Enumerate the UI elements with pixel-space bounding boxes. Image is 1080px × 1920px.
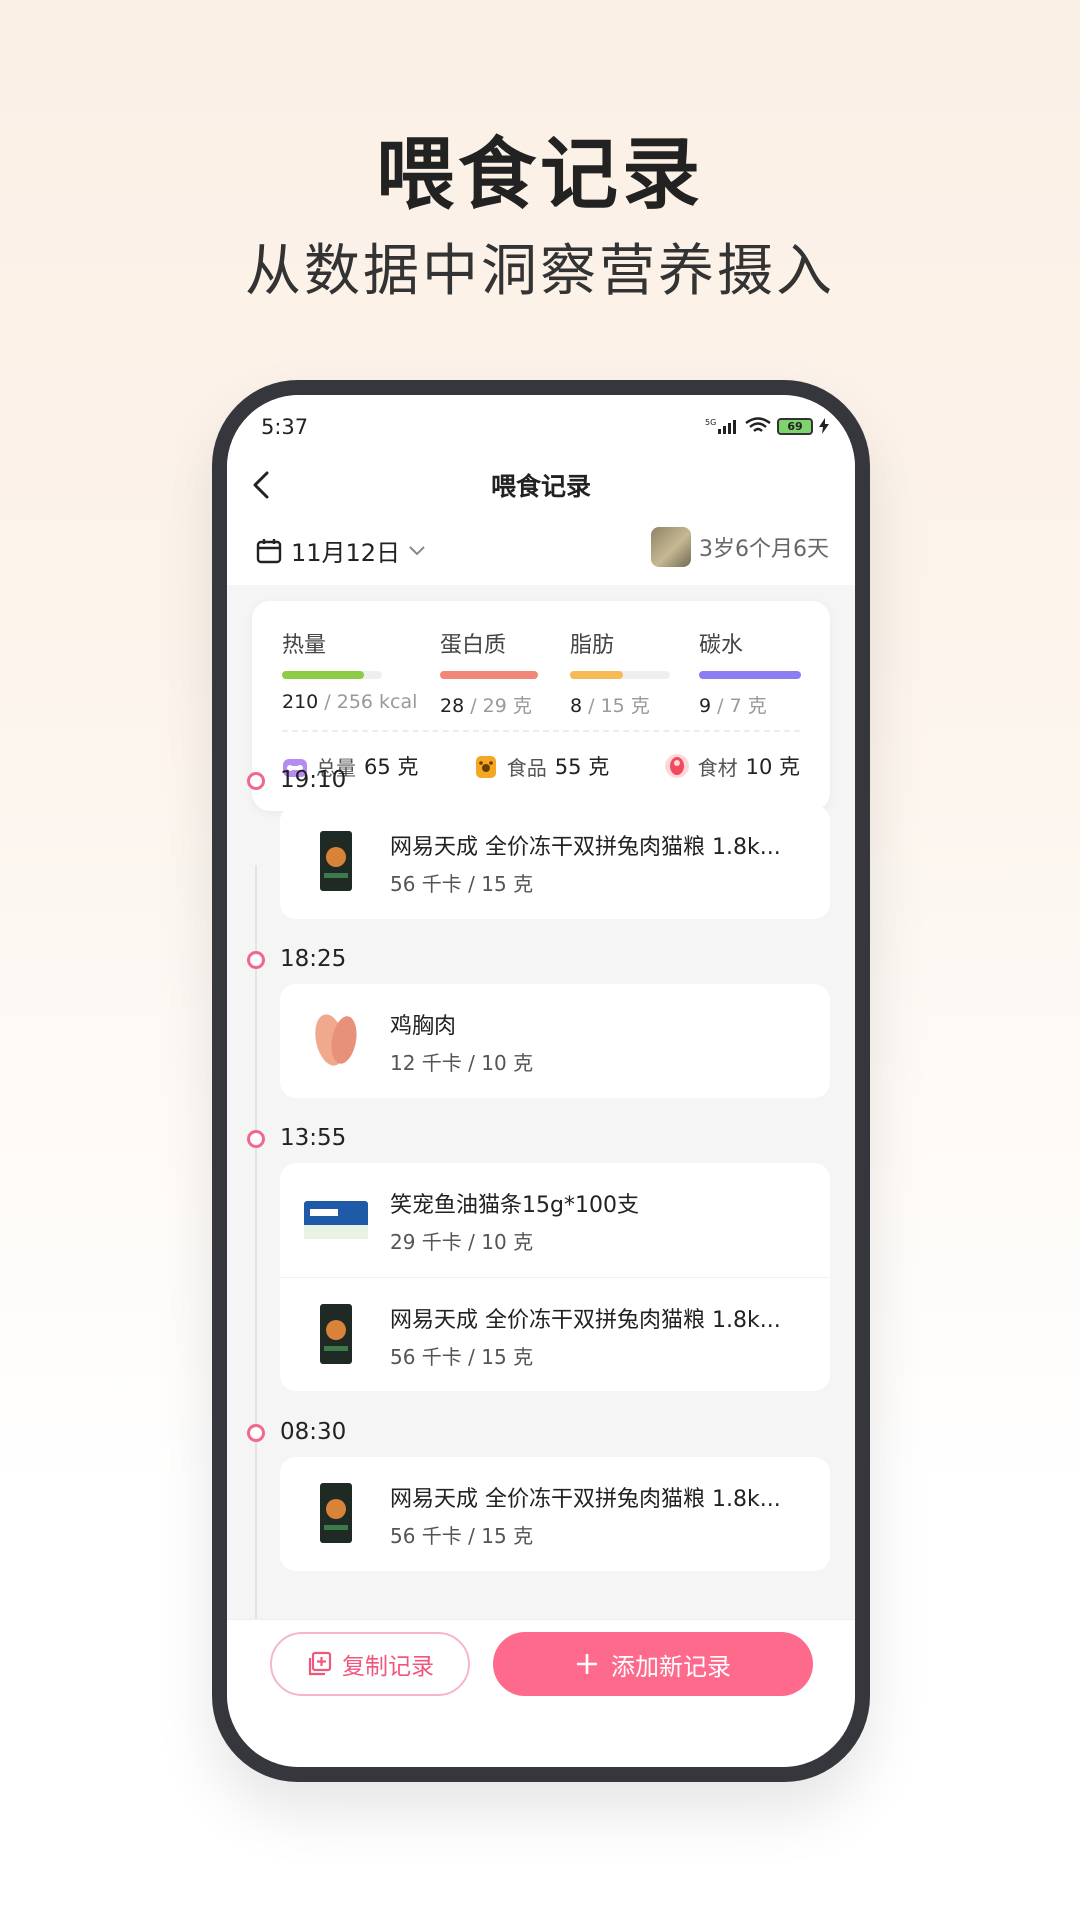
feeding-item[interactable]: 网易天成 全价冻干双拼兔肉猫粮 1.8k... 56 千卡 / 15 克	[280, 1457, 830, 1571]
pet-age[interactable]: 3岁6个月6天	[651, 527, 829, 567]
food-bag-icon	[475, 756, 496, 778]
value-target: / 29 克	[464, 695, 532, 717]
value-number: 210	[282, 691, 319, 713]
progress-fill	[699, 671, 801, 679]
timeline-dot	[247, 951, 265, 969]
signal-icon: 5G	[705, 418, 736, 434]
value-number: 8	[570, 695, 583, 717]
wifi-icon	[745, 417, 771, 432]
total-food: 食品 55 克	[473, 751, 609, 781]
feeding-item[interactable]: 笑宠鱼油猫条15g*100支 29 千卡 / 10 克	[280, 1163, 830, 1277]
feeding-group: 笑宠鱼油猫条15g*100支 29 千卡 / 10 克 网易天成 全价冻干双拼兔…	[280, 1163, 830, 1391]
add-record-label: 添加新记录	[611, 1652, 731, 1681]
value-number: 9	[699, 695, 712, 717]
feeding-item[interactable]: 鸡胸肉 12 千卡 / 10 克	[280, 984, 830, 1098]
item-name: 网易天成 全价冻干双拼兔肉猫粮 1.8k...	[390, 1308, 781, 1333]
chevron-down-icon	[409, 545, 425, 555]
progress-bar	[282, 671, 382, 679]
nutrient-label: 脂肪	[570, 633, 615, 658]
nutrient-value: 8 / 15 克	[570, 691, 670, 718]
timeline-time: 19:10	[280, 767, 347, 793]
plus-icon	[577, 1654, 597, 1674]
svg-text:5G: 5G	[705, 418, 716, 427]
fish-oil-treat-image	[304, 1201, 368, 1239]
nutrient-calories: 热量 210 / 256 kcal	[282, 627, 417, 713]
nutrient-value: 28 / 29 克	[440, 691, 538, 718]
totals-row: 总量 65 克 食品 55 克 食材 10 克	[282, 751, 800, 781]
timeline-time: 18:25	[280, 946, 347, 972]
cat-food-bag-image	[320, 1483, 352, 1543]
hero-subtitle: 从数据中洞察营养摄入	[245, 239, 835, 304]
charging-icon	[819, 418, 829, 434]
total-value: 55 克	[554, 755, 610, 779]
timeline-dot	[247, 772, 265, 790]
value-target: / 256 kcal	[318, 691, 418, 713]
progress-bar	[699, 671, 801, 679]
feeding-group: 鸡胸肉 12 千卡 / 10 克	[280, 984, 830, 1098]
copy-record-label: 复制记录	[342, 1654, 434, 1680]
item-name: 鸡胸肉	[390, 1014, 457, 1039]
feeding-item[interactable]: 网易天成 全价冻干双拼兔肉猫粮 1.8k... 56 千卡 / 15 克	[280, 805, 830, 919]
progress-fill	[440, 671, 538, 679]
item-detail: 56 千卡 / 15 克	[390, 1345, 534, 1369]
nutrient-label: 碳水	[699, 633, 744, 658]
value-number: 28	[440, 695, 465, 717]
feeding-group: 网易天成 全价冻干双拼兔肉猫粮 1.8k... 56 千卡 / 15 克	[280, 805, 830, 919]
progress-bar	[570, 671, 670, 679]
add-record-button[interactable]: 添加新记录	[493, 1632, 813, 1696]
feeding-group: 网易天成 全价冻干双拼兔肉猫粮 1.8k... 56 千卡 / 15 克	[280, 1457, 830, 1571]
calendar-icon	[256, 538, 282, 563]
progress-fill	[570, 671, 623, 679]
progress-bar	[440, 671, 538, 679]
nutrient-value: 9 / 7 克	[699, 691, 801, 718]
item-detail: 29 千卡 / 10 克	[390, 1230, 534, 1254]
battery-icon: 69	[777, 417, 813, 435]
pet-avatar	[651, 527, 691, 567]
date-label: 11月12日	[291, 539, 401, 567]
nutrient-carbs: 碳水 9 / 7 克	[699, 627, 801, 718]
chicken-breast-image	[315, 1014, 357, 1066]
value-target: / 7 克	[711, 695, 767, 717]
item-name: 笑宠鱼油猫条15g*100支	[390, 1193, 639, 1218]
total-value: 65 克	[364, 755, 419, 779]
feeding-item[interactable]: 网易天成 全价冻干双拼兔肉猫粮 1.8k... 56 千卡 / 15 克	[280, 1277, 830, 1391]
phone-frame: 5:37 5G 69 喂食记录 11月12日 3岁6个月6天 热量 210 / …	[212, 380, 870, 1782]
item-name: 网易天成 全价冻干双拼兔肉猫粮 1.8k...	[390, 1487, 781, 1512]
copy-icon	[308, 1651, 332, 1676]
value-target: / 15 克	[582, 695, 650, 717]
total-value: 10 克	[745, 755, 800, 779]
timeline-time: 08:30	[280, 1419, 347, 1445]
pet-age-label: 3岁6个月6天	[699, 537, 829, 562]
nutrient-label: 蛋白质	[440, 633, 507, 658]
progress-fill	[282, 671, 364, 679]
total-label: 食品	[506, 755, 547, 780]
timeline-dot	[247, 1130, 265, 1148]
item-name: 网易天成 全价冻干双拼兔肉猫粮 1.8k...	[390, 835, 781, 860]
item-detail: 56 千卡 / 15 克	[390, 872, 534, 896]
nutrient-fat: 脂肪 8 / 15 克	[570, 627, 670, 718]
status-time: 5:37	[261, 415, 309, 439]
timeline-dot	[247, 1424, 265, 1442]
item-detail: 56 千卡 / 15 克	[390, 1524, 534, 1548]
timeline-time: 13:55	[280, 1125, 347, 1151]
date-selector[interactable]: 11月12日	[255, 533, 426, 568]
total-ingredients: 食材 10 克	[664, 751, 800, 781]
copy-record-button[interactable]: 复制记录	[270, 1632, 470, 1696]
total-label: 食材	[697, 755, 738, 780]
nutrient-label: 热量	[282, 633, 327, 658]
page-title: 喂食记录	[490, 472, 591, 501]
meat-icon	[664, 754, 689, 778]
app-screen: 5:37 5G 69 喂食记录 11月12日 3岁6个月6天 热量 210 / …	[227, 395, 855, 1767]
cat-food-bag-image	[320, 831, 352, 891]
nutrient-protein: 蛋白质 28 / 29 克	[440, 627, 538, 718]
nutrient-value: 210 / 256 kcal	[282, 691, 417, 713]
bottom-action-bar: 复制记录 添加新记录	[227, 1619, 855, 1767]
card-divider	[282, 730, 800, 732]
hero-title: 喂食记录	[375, 130, 704, 220]
item-detail: 12 千卡 / 10 克	[390, 1051, 534, 1075]
cat-food-bag-image	[320, 1304, 352, 1364]
status-icons: 5G 69	[705, 417, 829, 435]
